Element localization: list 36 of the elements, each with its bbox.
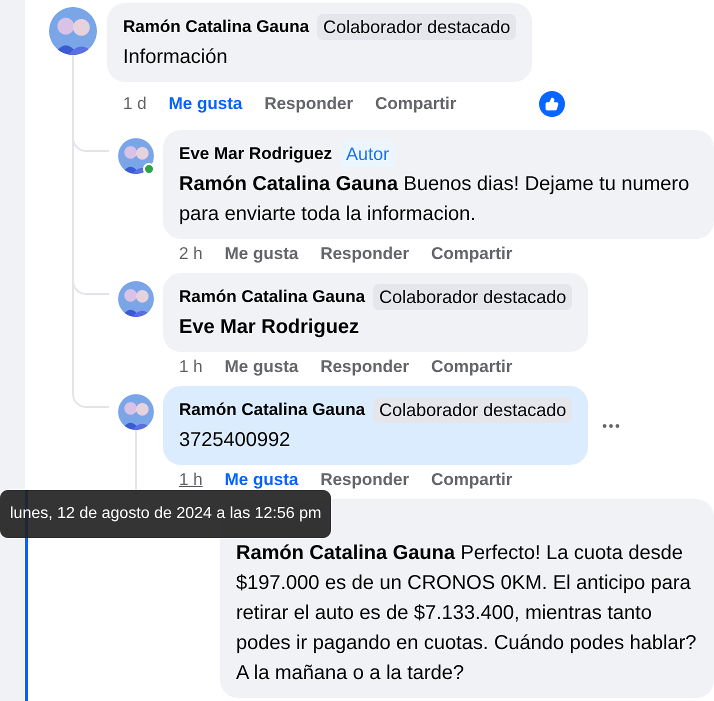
comment-text: 3725400992 bbox=[179, 428, 292, 453]
reply-link[interactable]: Responder bbox=[320, 354, 410, 380]
share-link[interactable]: Compartir bbox=[431, 241, 512, 267]
author-name[interactable]: Ramón Catalina Gauna bbox=[179, 397, 366, 423]
comment-text: Información bbox=[123, 45, 228, 70]
comment-text: Ramón Catalina Gauna Buenos dias! Dejame tu numero para enviarte toda la informacion. bbox=[179, 172, 690, 227]
avatar[interactable] bbox=[49, 7, 97, 55]
role-badge: Colaborador destacado bbox=[373, 397, 572, 423]
share-link[interactable]: Compartir bbox=[375, 91, 456, 117]
author-name[interactable]: Eve Mar Rodriguez bbox=[179, 141, 332, 167]
date-tooltip: lunes, 12 de agosto de 2024 a las 12:56 pm bbox=[0, 490, 332, 538]
comment-time[interactable]: 1 d bbox=[123, 91, 147, 117]
like-link[interactable]: Me gusta bbox=[224, 354, 298, 380]
thread-connector bbox=[72, 386, 109, 408]
author-name[interactable]: Ramón Catalina Gauna bbox=[179, 284, 366, 310]
comment-text: Eve Mar Rodriguez bbox=[179, 315, 360, 340]
comment-time[interactable]: 2 h bbox=[179, 241, 203, 267]
share-link[interactable]: Compartir bbox=[431, 467, 512, 493]
like-link[interactable]: Me gusta bbox=[224, 467, 298, 493]
reply-link[interactable]: Responder bbox=[320, 467, 410, 493]
role-badge: Autor bbox=[340, 141, 396, 167]
reply-link[interactable]: Responder bbox=[320, 241, 410, 267]
like-link[interactable]: Me gusta bbox=[224, 241, 298, 267]
comment-time[interactable]: 1 h bbox=[179, 467, 203, 493]
share-link[interactable]: Compartir bbox=[431, 354, 512, 380]
like-reaction-icon[interactable] bbox=[539, 91, 565, 117]
reply-link[interactable]: Responder bbox=[264, 91, 354, 117]
author-name[interactable]: Ramón Catalina Gauna bbox=[123, 14, 310, 40]
comment-text: Ramón Catalina Gauna Perfecto! La cuota desde $197.000 es de un CRONOS 0KM. El anticipo para retirar el auto es de $7.133.400, mientras tanto podes ir pagando en cuotas. Cuándo podes hablar? A la mañana o a la tarde? bbox=[236, 541, 698, 686]
avatar[interactable] bbox=[118, 394, 154, 430]
comment-time[interactable]: 1 h bbox=[179, 354, 203, 380]
role-badge: Colaborador destacado bbox=[373, 284, 572, 310]
like-link[interactable]: Me gusta bbox=[168, 91, 242, 117]
avatar[interactable] bbox=[118, 138, 154, 174]
avatar[interactable] bbox=[118, 281, 154, 317]
role-badge: Colaborador destacado bbox=[317, 14, 516, 40]
